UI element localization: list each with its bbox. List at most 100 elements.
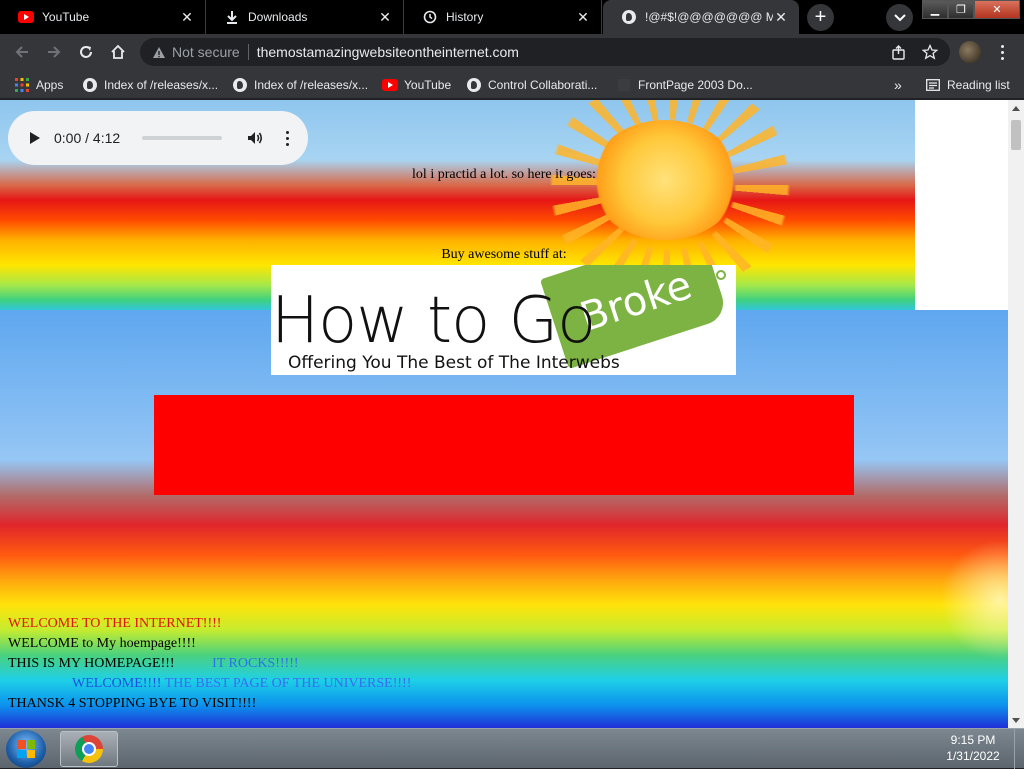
globe-icon [82, 77, 98, 93]
logo-main-text: How to Go [271, 284, 596, 358]
windows-taskbar: 9:15 PM 1/31/2022 [0, 728, 1024, 769]
bookmark-control-collaboration[interactable]: Control Collaborati... [466, 70, 597, 99]
bookmark-star-button[interactable] [918, 40, 942, 64]
sun-glow [940, 540, 1008, 660]
clock-date: 1/31/2022 [946, 749, 1000, 763]
reading-list-label: Reading list [947, 77, 1010, 92]
overflow-chevron-icon: » [894, 76, 902, 93]
bookmark-apps[interactable]: Apps [14, 70, 63, 99]
scroll-down-arrow-icon[interactable] [1008, 712, 1024, 728]
audio-menu-icon[interactable] [286, 130, 290, 146]
close-window-button[interactable]: ✕ [974, 0, 1020, 19]
back-button[interactable] [10, 40, 34, 64]
tab-youtube[interactable]: YouTube ✕ [0, 0, 206, 34]
bookmark-frontpage[interactable]: FrontPage 2003 Do... [616, 70, 753, 99]
welcome-line-4: WELCOME!!!! THE BEST PAGE OF THE UNIVERS… [8, 674, 411, 694]
it-rocks-text: IT ROCKS!!!!! [212, 656, 299, 671]
start-button[interactable] [6, 730, 46, 768]
bookmark-youtube[interactable]: YouTube [382, 70, 451, 99]
welcome-line-3: THIS IS MY HOMEPAGE!!! IT ROCKS!!!!! [8, 654, 411, 674]
back-arrow-icon [15, 46, 28, 58]
not-secure-label[interactable]: Not secure [172, 44, 240, 60]
tab-title: Downloads [248, 10, 308, 24]
reload-icon [80, 46, 92, 58]
scrollbar-thumb[interactable] [1011, 120, 1021, 150]
play-icon[interactable] [30, 132, 40, 144]
youtube-icon [382, 77, 398, 93]
tag-hole [716, 270, 726, 280]
window-controls: ▁ ❐ ✕ [922, 0, 1024, 20]
taskbar-chrome-button[interactable] [60, 731, 118, 767]
maximize-button[interactable]: ❐ [948, 0, 974, 19]
audio-player[interactable]: 0:00 / 4:12 [8, 111, 308, 165]
url-text[interactable]: themostamazingwebsiteontheinternet.com [257, 44, 519, 60]
history-icon [422, 9, 438, 25]
homepage-text: THIS IS MY HOMEPAGE!!! [8, 656, 175, 671]
welcome-line-1: WELCOME TO THE INTERNET!!!! [8, 616, 222, 631]
bookmark-label: Index of /releases/x... [254, 77, 369, 92]
globe-icon [621, 9, 637, 25]
windows-logo-icon [17, 740, 35, 758]
tab-history[interactable]: History ✕ [404, 0, 602, 34]
bookmark-index-2[interactable]: Index of /releases/x... [232, 70, 368, 99]
page-viewport: 0:00 / 4:12 lol i practid a lot. so here… [0, 100, 1008, 728]
logo-tagline: Offering You The Best of The Interwebs [288, 353, 620, 373]
best-page-text: THE BEST PAGE OF THE UNIVERSE!!!! [164, 676, 412, 691]
globe-icon [232, 77, 248, 93]
vertical-scrollbar[interactable] [1008, 100, 1024, 728]
close-tab-icon[interactable]: ✕ [377, 9, 393, 25]
bookmark-label: Index of /releases/x... [104, 77, 219, 92]
chrome-icon [75, 735, 103, 763]
bookmark-label: Apps [36, 77, 64, 92]
reading-list-icon [925, 77, 941, 93]
apps-grid-icon [14, 77, 30, 93]
volume-icon[interactable] [246, 129, 264, 147]
globe-icon [466, 77, 482, 93]
star-icon [922, 44, 938, 60]
home-button[interactable] [106, 40, 130, 64]
buy-text: Buy awesome stuff at: [441, 247, 567, 262]
intro-text: lol i practid a lot. so here it goes: [412, 167, 596, 182]
red-banner [154, 395, 854, 495]
welcome-line-5: THANSK 4 STOPPING BYE TO VISIT!!!! [8, 696, 257, 711]
forward-button[interactable] [42, 40, 66, 64]
reading-list-button[interactable]: Reading list [925, 70, 1010, 99]
system-clock[interactable]: 9:15 PM 1/31/2022 [930, 732, 1016, 764]
tab-title: !@#$!@@@@@@@ MY [645, 10, 773, 24]
tab-downloads[interactable]: Downloads ✕ [206, 0, 404, 34]
browser-toolbar: Not secure themostamazingwebsiteontheint… [0, 34, 1024, 70]
bookmark-index-1[interactable]: Index of /releases/x... [82, 70, 218, 99]
tab-title: History [446, 10, 484, 24]
scroll-up-arrow-icon[interactable] [1008, 100, 1024, 116]
bookmark-label: FrontPage 2003 Do... [638, 77, 753, 92]
tab-title: YouTube [42, 10, 90, 24]
new-tab-button[interactable]: + [807, 4, 834, 31]
bookmarks-overflow-button[interactable]: » [894, 70, 902, 99]
download-icon [224, 9, 240, 25]
reload-button[interactable] [74, 40, 98, 64]
youtube-icon [18, 9, 34, 25]
close-tab-icon[interactable]: ✕ [575, 9, 591, 25]
browser-menu-button[interactable] [994, 41, 1010, 63]
warning-icon[interactable] [152, 46, 166, 59]
bookmark-label: YouTube [404, 77, 452, 92]
separator [247, 44, 249, 60]
clock-time: 9:15 PM [950, 733, 996, 747]
address-bar[interactable]: Not secure themostamazingwebsiteontheint… [140, 38, 950, 66]
how-to-go-broke-logo[interactable]: Broke How to Go Offering You The Best of… [271, 265, 736, 375]
close-tab-icon[interactable]: ✕ [179, 9, 195, 25]
forward-arrow-icon [48, 46, 61, 58]
welcome-text-block: WELCOME TO THE INTERNET!!!! WELCOME to M… [8, 614, 411, 714]
home-icon [111, 44, 125, 59]
chevron-down-icon [893, 13, 906, 21]
bookmark-label: Control Collaborati... [488, 77, 598, 92]
minimize-button[interactable]: ▁ [922, 0, 948, 19]
share-button[interactable] [886, 40, 910, 64]
profile-avatar[interactable] [959, 41, 981, 63]
tab-homepage[interactable]: !@#$!@@@@@@@ MY ✕ [603, 0, 799, 34]
close-tab-icon[interactable]: ✕ [773, 9, 789, 25]
page-icon [616, 77, 632, 93]
tab-search-button[interactable] [886, 4, 913, 31]
audio-seek-bar[interactable] [142, 136, 223, 140]
show-desktop-button[interactable] [1014, 729, 1024, 769]
